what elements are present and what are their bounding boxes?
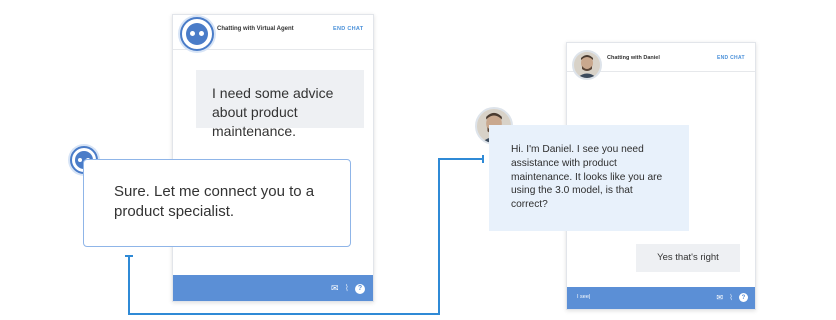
connector-line-down [128,255,130,315]
daniel-avatar-header [572,50,602,80]
agent-message-text: Hi. I'm Daniel. I see you need assistanc… [511,144,663,211]
paperclip-icon[interactable]: ⌇ [729,293,733,302]
bot-message-text: Sure. Let me connect you to a product sp… [114,183,315,221]
chat-footer: I see| ✉ ⌇ ? [567,287,755,309]
user-message-bubble: I need some advice about product mainten… [196,70,364,139]
chat-footer: ✉ ⌇ ? [173,275,373,301]
user-reply-text: Yes that's right [657,252,719,263]
end-chat-button[interactable]: END CHAT [717,55,745,61]
chat-title: Chatting with Daniel [607,55,660,61]
person-icon [574,52,600,78]
connector-line-right [438,158,484,160]
connector-cap-top [125,255,133,257]
mail-icon[interactable]: ✉ [331,283,339,294]
agent-message-bubble: Hi. I'm Daniel. I see you need assistanc… [489,125,689,231]
connector-cap-right [482,155,484,163]
help-icon[interactable]: ? [355,283,365,294]
paperclip-icon[interactable]: ⌇ [345,283,349,294]
connector-line-up [438,158,440,315]
bot-message-bubble: Sure. Let me connect you to a product sp… [83,159,351,247]
connector-line-bottom [128,313,440,315]
virtual-agent-chat-window: Chatting with Virtual Agent END CHAT ✉ ⌇… [172,14,374,302]
chat-input[interactable]: I see| [577,294,590,300]
user-reply-bubble: Yes that's right [636,244,740,272]
end-chat-button[interactable]: END CHAT [333,26,363,32]
chat-title: Chatting with Virtual Agent [217,26,294,32]
bot-avatar [180,17,214,51]
mail-icon[interactable]: ✉ [716,293,723,302]
help-icon[interactable]: ? [739,293,748,302]
